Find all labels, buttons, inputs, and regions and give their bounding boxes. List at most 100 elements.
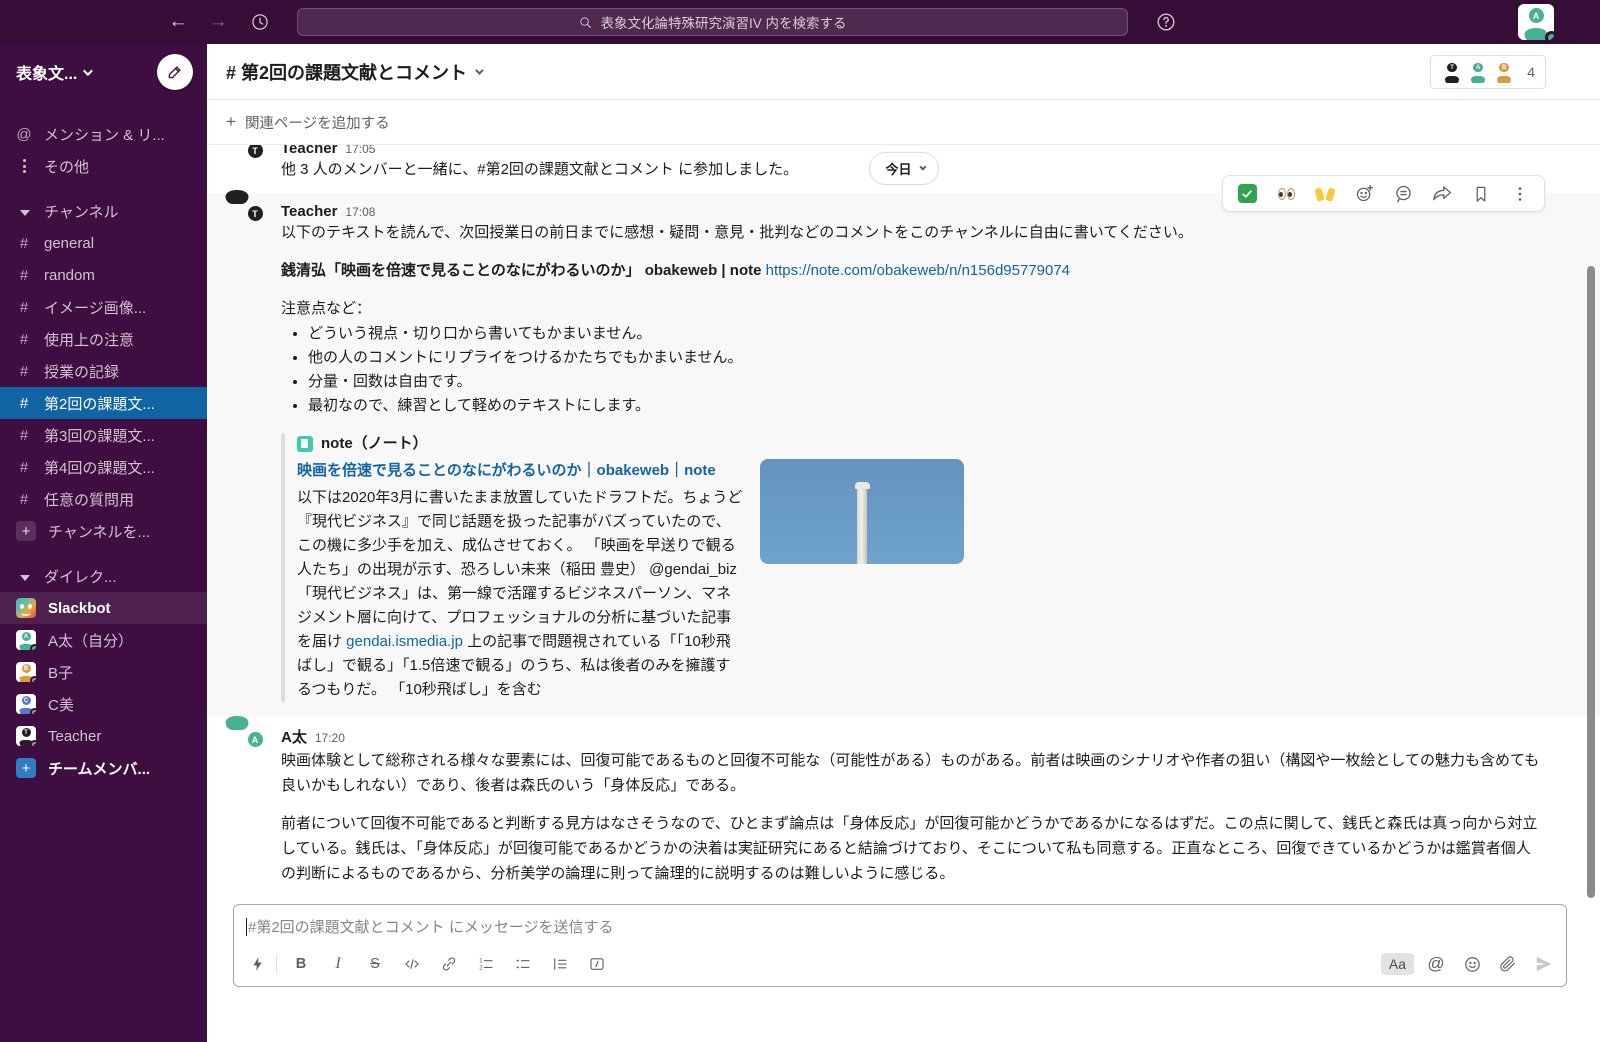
preview-inline-link[interactable]: gendai.ismedia.jp <box>346 633 463 650</box>
hash-icon: # <box>16 427 32 444</box>
strikethrough-button[interactable]: S <box>361 951 389 977</box>
message-time[interactable]: 17:08 <box>345 202 375 222</box>
svg-text:2: 2 <box>479 965 483 971</box>
sidebar-dm-ata-self[interactable]: A A太（自分） <box>0 624 207 656</box>
white-check-mark-icon <box>1238 184 1257 203</box>
message-input[interactable]: #第2回の課題文献とコメント にメッセージを送信する <box>234 905 1566 946</box>
dm-label: A太（自分） <box>48 630 133 651</box>
sidebar-channel-class-record[interactable]: # 授業の記録 <box>0 355 207 387</box>
add-reaction-button[interactable] <box>1353 183 1375 205</box>
sidebar-channel-questions[interactable]: # 任意の質問用 <box>0 483 207 515</box>
white-check-mark-emoji-button[interactable] <box>1236 183 1258 205</box>
mention-button[interactable]: @ <box>1422 951 1450 977</box>
history-forward-button[interactable]: → <box>204 8 232 36</box>
sidebar-channel-session3[interactable]: # 第3回の課題文... <box>0 419 207 451</box>
bulleted-list-icon <box>514 955 532 973</box>
format-toggle-button[interactable]: Aa <box>1381 953 1414 975</box>
send-button[interactable] <box>1530 951 1558 977</box>
message-time[interactable]: 17:05 <box>345 145 375 159</box>
channel-label: 授業の記録 <box>44 361 119 382</box>
bold-button[interactable]: B <box>287 951 315 977</box>
emoji-button[interactable] <box>1458 951 1486 977</box>
history-back-button[interactable]: ← <box>164 8 192 36</box>
hash-icon: # <box>16 331 32 348</box>
sidebar-channel-random[interactable]: # random <box>0 259 207 291</box>
sidebar-item-more[interactable]: その他 <box>0 150 207 182</box>
search-bar[interactable]: 表象文化論特殊研究演習IV 内を検索する <box>297 8 1128 36</box>
bullet-item: 分量・回数は自由です。 <box>308 370 1540 394</box>
vertical-scrollbar[interactable] <box>1587 266 1595 898</box>
shortcuts-button[interactable] <box>244 951 272 977</box>
workspace-header[interactable]: 表象文... <box>0 44 207 100</box>
compose-button[interactable] <box>157 54 193 90</box>
code-block-button[interactable] <box>583 951 611 977</box>
hash-icon: # <box>16 363 32 380</box>
channels-section-header[interactable]: チャンネル <box>0 195 207 227</box>
chimney-tower-graphic <box>857 488 867 564</box>
user-avatar[interactable]: A <box>1518 4 1554 40</box>
raised-hands-emoji-button[interactable] <box>1314 183 1336 205</box>
message-author[interactable]: A太 <box>281 728 307 748</box>
pencil-icon <box>166 63 184 81</box>
channel-title[interactable]: # 第2回の課題文献とコメント <box>226 59 481 85</box>
channel-label: 任意の質問用 <box>44 489 134 510</box>
notes-label: 注意点など： <box>281 298 1540 320</box>
share-message-button[interactable] <box>1431 183 1453 205</box>
link-button[interactable] <box>435 951 463 977</box>
member-avatar: B <box>1493 61 1515 83</box>
channel-label: 第4回の課題文... <box>44 457 155 478</box>
date-divider-pill[interactable]: 今日 <box>868 152 938 185</box>
message-hover-toolbar <box>1222 175 1545 212</box>
add-channel-label: チャンネルを... <box>48 521 150 542</box>
section-label: チャンネル <box>44 201 119 222</box>
sidebar-dm-cmi[interactable]: C C美 <box>0 688 207 720</box>
preview-description-head: 以下は2020年3月に書いたまま放置していたドラフトだ。ちょうど『現代ビジネス』… <box>297 489 742 650</box>
message-author[interactable]: Teacher <box>281 145 337 159</box>
sidebar-dm-slackbot[interactable]: Slackbot <box>0 592 207 624</box>
sidebar-channel-usage-notes[interactable]: # 使用上の注意 <box>0 323 207 355</box>
code-icon <box>403 955 421 973</box>
reference-url-link[interactable]: https://note.com/obakeweb/n/n156d9577907… <box>766 262 1070 279</box>
eyes-emoji-button[interactable] <box>1275 183 1297 205</box>
ata-message: A A太 17:20 映画体験として総称される様々な要素には、回復可能であるもの… <box>207 720 1600 894</box>
channel-members-button[interactable]: T A B 4 <box>1430 55 1546 89</box>
presence-online-dot <box>1545 31 1554 40</box>
sidebar-channel-session4[interactable]: # 第4回の課題文... <box>0 451 207 483</box>
message-author[interactable]: Teacher <box>281 202 337 222</box>
sidebar-channel-session2-active[interactable]: # 第2回の課題文... <box>0 387 207 419</box>
add-related-page-button[interactable]: 関連ページを追加する <box>245 112 390 133</box>
sidebar-channel-image[interactable]: # イメージ画像... <box>0 291 207 323</box>
ordered-list-button[interactable]: 1 2 <box>472 951 500 977</box>
attach-file-button[interactable] <box>1494 951 1522 977</box>
slackbot-avatar <box>16 598 36 618</box>
presence-offline-dot <box>30 676 36 682</box>
sidebar-item-mentions[interactable]: @ メンション & リ... <box>0 118 207 150</box>
bulleted-list-button[interactable] <box>509 951 537 977</box>
teacher-intro-text: 以下のテキストを読んで、次回授業日の前日までに感想・疑問・意見・批判などのコメン… <box>281 222 1540 244</box>
blockquote-button[interactable] <box>546 951 574 977</box>
dots-vertical-icon <box>16 159 32 173</box>
message-time[interactable]: 17:20 <box>315 728 345 748</box>
reference-line: 銭清弘「映画を倍速で見ることのなにがわるいのか」 obakeweb | note… <box>281 260 1540 282</box>
chevron-down-icon <box>475 66 483 74</box>
sidebar-invite-members[interactable]: + チームメンバ... <box>0 752 207 784</box>
preview-title-link[interactable]: 映画を倍速で見ることのなにがわるいのか｜obakeweb｜note <box>297 459 744 482</box>
dm-section-header[interactable]: ダイレク... <box>0 560 207 592</box>
reply-thread-button[interactable] <box>1392 183 1414 205</box>
workspace-name: 表象文... <box>16 60 77 84</box>
sidebar-dm-teacher[interactable]: T Teacher <box>0 720 207 752</box>
sidebar-add-channel[interactable]: + チャンネルを... <box>0 515 207 547</box>
history-clock-button[interactable] <box>246 8 274 36</box>
sidebar-dm-bko[interactable]: B B子 <box>0 656 207 688</box>
italic-button[interactable]: I <box>324 951 352 977</box>
preview-thumbnail-image[interactable] <box>760 459 964 564</box>
code-button[interactable] <box>398 951 426 977</box>
clock-icon <box>250 12 270 32</box>
chevron-down-icon <box>919 164 926 171</box>
sidebar-channel-general[interactable]: # general <box>0 227 207 259</box>
ordered-list-icon: 1 2 <box>477 955 495 973</box>
save-bookmark-button[interactable] <box>1470 183 1492 205</box>
help-button[interactable] <box>1152 8 1180 36</box>
smiley-icon <box>1463 955 1482 974</box>
more-actions-button[interactable] <box>1509 183 1531 205</box>
